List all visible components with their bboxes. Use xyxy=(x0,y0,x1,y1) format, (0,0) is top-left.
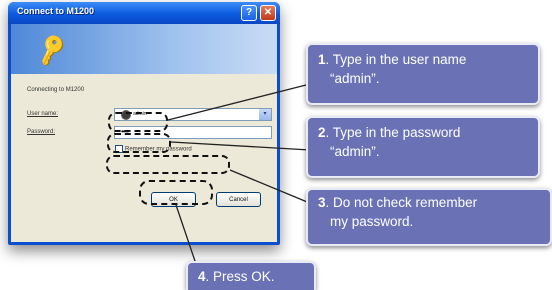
dialog-titlebar: Connect to M1200 ? ✕ xyxy=(8,2,280,24)
callout-number: 2 xyxy=(318,125,326,140)
close-button[interactable]: ✕ xyxy=(260,5,276,21)
callout-number: 1 xyxy=(318,52,326,67)
password-label: Password: xyxy=(27,129,56,135)
connecting-text: Connecting to M1200 xyxy=(27,87,85,93)
callout-text: . Type in the password xyxy=(325,125,461,140)
callout-text-continued: “admin”. xyxy=(330,71,380,86)
callout-text: . Press OK. xyxy=(205,269,275,284)
callout-text: . Type in the user name xyxy=(325,52,467,67)
callout-text: . Do not check remember xyxy=(325,195,478,210)
dialog-title: Connect to M1200 xyxy=(17,6,95,16)
callout-text-continued: “admin”. xyxy=(330,144,380,159)
ok-highlight xyxy=(139,180,213,205)
callout-step-4: 4. Press OK. xyxy=(186,261,316,290)
help-button[interactable]: ? xyxy=(241,5,257,21)
remember-highlight xyxy=(106,155,230,174)
callout-text-continued: my password. xyxy=(330,214,414,229)
password-highlight xyxy=(107,133,171,153)
callout-step-3: 3. Do not check remember my password. xyxy=(306,188,552,246)
cancel-button[interactable]: Cancel xyxy=(216,192,261,207)
chevron-down-icon[interactable]: ▾ xyxy=(259,109,271,120)
callout-step-2: 2. Type in the password “admin”. xyxy=(306,116,540,178)
callout-number: 4 xyxy=(198,269,206,284)
callout-number: 3 xyxy=(318,195,326,210)
user-name-highlight xyxy=(108,112,168,132)
user-name-label: User name: xyxy=(27,111,59,117)
callout-step-1: 1. Type in the user name “admin”. xyxy=(306,43,540,105)
